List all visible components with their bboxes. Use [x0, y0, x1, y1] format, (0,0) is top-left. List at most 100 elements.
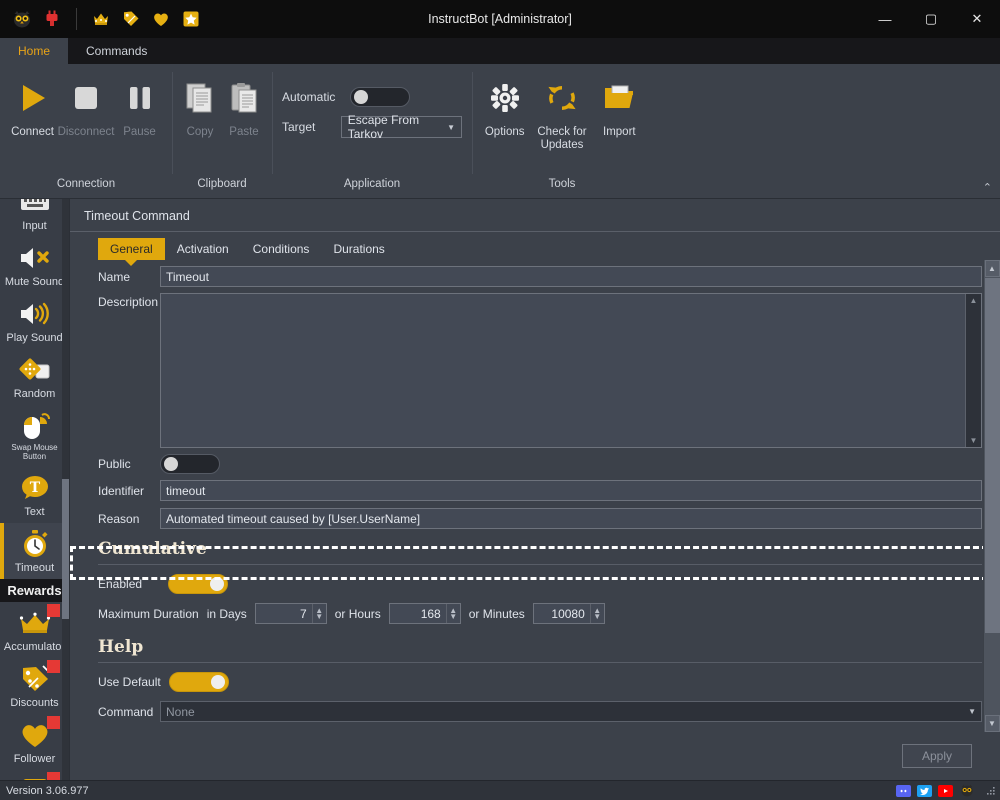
connect-button[interactable]: Connect — [6, 70, 59, 145]
youtube-icon[interactable] — [938, 784, 953, 797]
chevron-up-icon[interactable]: ▲ — [984, 260, 1000, 277]
form-footer: Apply — [70, 732, 1000, 780]
cumulative-enabled-toggle[interactable] — [168, 574, 228, 594]
description-value[interactable] — [161, 294, 965, 447]
maximum-duration-row: Maximum Duration in Days 7 ▲ ▼ or Hours 1… — [98, 603, 982, 624]
sidebar-item-text[interactable]: T Text — [0, 467, 69, 523]
ribbon-collapse-icon[interactable]: ⌃ — [983, 181, 992, 194]
description-textarea[interactable]: ▲ ▼ — [160, 293, 982, 448]
stepper-buttons[interactable]: ▲ ▼ — [589, 604, 604, 623]
discounts-icon[interactable] — [117, 5, 145, 33]
target-combobox[interactable]: Escape From Tarkov ▼ — [340, 113, 462, 141]
sidebar-item-mute-sound[interactable]: Mute Sound — [0, 237, 69, 293]
tab-general[interactable]: General — [98, 238, 165, 266]
heart-icon — [19, 718, 51, 752]
stopwatch-icon — [20, 527, 50, 561]
discord-icon[interactable] — [896, 784, 911, 797]
minutes-stepper[interactable]: 10080 ▲ ▼ — [532, 603, 605, 624]
in-days-label: in Days — [206, 606, 247, 621]
days-stepper[interactable]: 7 ▲ ▼ — [254, 603, 327, 624]
keyboard-icon — [20, 199, 50, 219]
sidebar-item-timeout[interactable]: Timeout — [0, 523, 69, 580]
status-badge — [47, 604, 60, 618]
maximum-duration-label: Maximum Duration — [98, 606, 199, 621]
star-icon — [20, 774, 50, 780]
target-label: Target — [282, 120, 316, 134]
ribbon-group-label-connection: Connection — [56, 178, 116, 190]
section-title-cumulative: Cumulative — [98, 539, 207, 559]
ribbon-tab-home[interactable]: Home — [0, 38, 69, 64]
plug-icon[interactable] — [38, 5, 66, 33]
reason-input[interactable]: Automated timeout caused by [User.UserNa… — [160, 508, 982, 529]
public-toggle[interactable] — [160, 454, 220, 474]
sidebar-scroll-thumb[interactable] — [62, 479, 69, 619]
description-scrollbar[interactable]: ▲ ▼ — [965, 294, 981, 447]
social-links — [896, 784, 996, 797]
ribbon-tab-commands[interactable]: Commands — [68, 38, 165, 64]
tab-conditions[interactable]: Conditions — [241, 238, 322, 260]
sidebar-item-input[interactable]: Input — [0, 199, 69, 237]
toolbar-divider — [76, 8, 77, 30]
accumulator-icon[interactable] — [87, 5, 115, 33]
main-scroll-thumb[interactable] — [985, 278, 1000, 633]
copy-button[interactable]: Copy — [178, 70, 222, 145]
sidebar-item-random[interactable]: Random — [0, 349, 69, 405]
toggle-knob — [210, 577, 224, 591]
name-input[interactable]: Timeout — [160, 266, 982, 287]
folder-open-icon — [603, 76, 635, 120]
stepper-buttons[interactable]: ▲ ▼ — [311, 604, 326, 623]
ribbon-group-label-application: Application — [343, 178, 401, 190]
chevron-down-icon[interactable]: ▼ — [593, 612, 601, 621]
follower-icon[interactable] — [147, 5, 175, 33]
twitter-icon[interactable] — [917, 784, 932, 797]
chevron-down-icon: ▼ — [968, 707, 976, 716]
paste-button[interactable]: Paste — [222, 70, 266, 145]
sidebar-item-label: Random — [13, 388, 56, 401]
use-default-toggle[interactable] — [168, 672, 229, 692]
pause-button[interactable]: Pause — [113, 70, 166, 145]
minimize-button[interactable]: — — [862, 0, 908, 38]
apply-button[interactable]: Apply — [902, 744, 972, 768]
identifier-input[interactable]: timeout — [160, 480, 982, 501]
sidebar-item-swap-mouse-button[interactable]: Swap Mouse Button — [0, 405, 69, 467]
sidebar-item-follower[interactable]: Follower — [0, 714, 69, 770]
public-label: Public — [98, 457, 131, 471]
import-button[interactable]: Import — [593, 70, 646, 145]
automatic-toggle[interactable] — [350, 87, 410, 107]
chevron-down-icon[interactable]: ▼ — [970, 436, 978, 445]
close-button[interactable]: ✕ — [954, 0, 1000, 38]
owl-logo-icon[interactable] — [8, 5, 36, 33]
chevron-down-icon[interactable]: ▼ — [984, 715, 1000, 732]
stepper-buttons[interactable]: ▲ ▼ — [445, 604, 460, 623]
target-row: Target Escape From Tarkov ▼ — [282, 112, 462, 142]
hours-stepper[interactable]: 168 ▲ ▼ — [388, 603, 461, 624]
copy-icon — [183, 76, 217, 120]
chevron-down-icon[interactable]: ▼ — [315, 612, 323, 621]
tab-durations[interactable]: Durations — [321, 238, 396, 260]
disconnect-button[interactable]: Disconnect — [58, 70, 114, 145]
sidebar-item-accumulator[interactable]: Accumulator — [0, 602, 69, 658]
ribbon-group-clipboard: Copy Paste Clipboard — [172, 64, 272, 198]
sidebar-item-discounts[interactable]: Discounts — [0, 658, 69, 714]
sidebar-item-subscriber[interactable]: Subscriber — [0, 770, 69, 780]
command-value: None — [166, 704, 195, 719]
use-default-label: Use Default — [98, 675, 161, 689]
command-select[interactable]: None ▼ — [160, 701, 982, 722]
chevron-down-icon[interactable]: ▼ — [449, 612, 457, 621]
status-badge — [47, 716, 60, 730]
maximize-button[interactable]: ▢ — [908, 0, 954, 38]
play-icon — [15, 76, 51, 120]
resize-grip-icon[interactable] — [986, 786, 996, 796]
text-bubble-icon: T — [20, 471, 50, 505]
description-label: Description — [98, 295, 159, 309]
sidebar-scrollbar[interactable] — [62, 199, 69, 780]
check-for-updates-button[interactable]: Check for Updates — [531, 70, 592, 158]
sidebar-item-play-sound[interactable]: Play Sound — [0, 293, 69, 349]
main-scrollbar[interactable]: ▲ ▼ — [983, 260, 1000, 732]
options-button[interactable]: Options — [478, 70, 531, 145]
tab-activation[interactable]: Activation — [165, 238, 241, 260]
sidebar-item-label: Text — [24, 505, 45, 518]
chevron-up-icon[interactable]: ▲ — [970, 296, 978, 305]
subscriber-icon[interactable] — [177, 5, 205, 33]
owl-logo-icon[interactable] — [959, 784, 974, 797]
